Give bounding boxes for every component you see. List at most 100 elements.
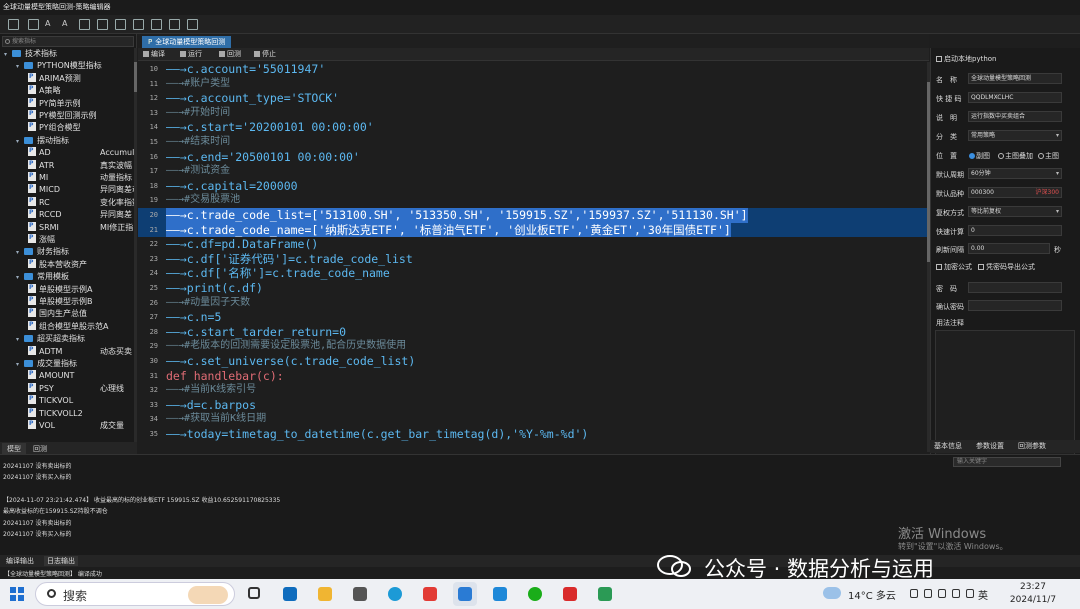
tree-item[interactable]: VOL 成交量 — [28, 420, 134, 432]
taskbar-search-input[interactable]: 搜索 — [35, 582, 235, 606]
code-line[interactable]: 28 ——→c.start_tarder_return=0 — [138, 325, 927, 340]
font-increase-icon[interactable]: A — [62, 19, 73, 30]
wechat-icon[interactable] — [523, 582, 547, 606]
tree-item[interactable]: 国内生产总值 — [28, 306, 87, 320]
fast-calc-field[interactable]: 0 — [968, 225, 1062, 236]
document-icon[interactable] — [115, 19, 126, 30]
code-line[interactable]: 27 ——→c.n=5 — [138, 310, 927, 325]
tree-item[interactable]: AMOUNT — [28, 368, 74, 382]
new-file-icon[interactable] — [8, 19, 19, 30]
remote-app-icon[interactable] — [593, 582, 617, 606]
category-select[interactable]: 常用策略 ▾ — [968, 130, 1062, 141]
tree-item[interactable]: PY组合模型 — [28, 120, 81, 134]
code-line[interactable]: 16 ——→c.end='20500101 00:00:00' — [138, 150, 927, 165]
output-search-input[interactable]: 输入关键字 — [953, 457, 1061, 467]
position-radio-main[interactable]: 主图 — [1037, 151, 1059, 161]
encrypt-checkbox[interactable]: 加密公式 — [936, 262, 972, 272]
code-line[interactable]: 22 ——→c.df=pd.DataFrame() — [138, 237, 927, 252]
code-line[interactable]: 29 ——→#老版本的回测需要设定股票池,配合历史数据使用 — [138, 339, 927, 354]
import-icon[interactable] — [79, 19, 90, 30]
trading-app-icon[interactable] — [453, 582, 477, 606]
tree-item[interactable]: ARIMA预测 — [28, 71, 81, 85]
task-view-icon[interactable] — [243, 582, 267, 606]
expand-arrow-icon[interactable]: ▾ — [16, 334, 24, 346]
tab-log-output[interactable]: 日志输出 — [44, 556, 78, 566]
backtest-button[interactable]: 回测 — [219, 49, 241, 59]
shortcode-field[interactable]: QQDLMXCLHC — [968, 92, 1062, 103]
code-line[interactable]: 10 ——→c.account='55011947' — [138, 62, 927, 77]
expand-arrow-icon[interactable]: ▾ — [16, 247, 24, 259]
refresh-field[interactable]: 0.00 — [968, 243, 1050, 254]
battery-icon[interactable] — [966, 589, 974, 598]
input-language[interactable]: 英 — [978, 587, 988, 602]
code-line[interactable]: 35 ——→today=timetag_to_datetime(c.get_bar… — [138, 427, 927, 442]
font-decrease-icon[interactable]: A — [45, 19, 56, 30]
period-select[interactable]: 60分钟 ▾ — [968, 168, 1062, 179]
code-line[interactable]: 18 ——→c.capital=200000 — [138, 179, 927, 194]
layout-icon[interactable] — [169, 19, 180, 30]
tab-backtest-params[interactable]: 回测参数 — [1018, 441, 1046, 451]
tray-app-icon[interactable] — [924, 589, 932, 598]
tree-item[interactable]: 涨幅 — [28, 232, 55, 246]
code-line[interactable]: 15 ——→#结束时间 — [138, 135, 927, 150]
tree-item[interactable]: MI 动量指标 — [28, 172, 134, 184]
wps-icon[interactable] — [418, 582, 442, 606]
help-icon[interactable] — [151, 19, 162, 30]
code-line[interactable]: 26 ——→#动量因子天数 — [138, 296, 927, 311]
confirm-password-field[interactable] — [968, 300, 1062, 311]
tree-folder[interactable]: ▾ 超买超卖指标 — [16, 333, 85, 345]
code-line[interactable]: 30 ——→c.set_universe(c.trade_code_list) — [138, 354, 927, 369]
code-line[interactable]: 14 ——→c.start='20200101 00:00:00' — [138, 120, 927, 135]
code-line[interactable]: 21 ——→c.trade_code_name=['纳斯达克ETF', '标普油气… — [138, 222, 927, 238]
code-line[interactable]: 12 ——→c.account_type='STOCK' — [138, 91, 927, 106]
tree-folder[interactable]: ▾ 财务指标 — [16, 246, 69, 258]
edge-icon[interactable] — [383, 582, 407, 606]
clock-time[interactable]: 23:27 — [1008, 582, 1058, 592]
tree-item[interactable]: TICKVOLL2 — [28, 406, 83, 420]
code-line[interactable]: 13 ——→#开始时间 — [138, 106, 927, 121]
enable-python-checkbox[interactable]: 启动本地python — [936, 54, 997, 64]
tree-item[interactable]: ATR 真实波幅 — [28, 159, 134, 172]
tree-item[interactable]: 单股模型示例A — [28, 282, 92, 296]
compile-button[interactable]: 编译 — [143, 49, 165, 59]
tree-folder[interactable]: ▾ 成交量指标 — [16, 358, 77, 370]
tab-params[interactable]: 参数设置 — [976, 441, 1004, 451]
tree-item[interactable]: 组合模型单股示范A — [28, 319, 108, 333]
file-explorer-icon[interactable] — [313, 582, 337, 606]
code-line[interactable]: 11 ——→#账户类型 — [138, 77, 927, 92]
code-line[interactable]: 32 ——→#当前K线索引号 — [138, 383, 927, 398]
tree-item[interactable]: RC 变化率指数 — [28, 196, 134, 209]
code-line[interactable]: 25 ——→print(c.df) — [138, 281, 927, 296]
code-line[interactable]: 20 ——→c.trade_code_list=['513100.SH', '51… — [138, 208, 927, 223]
run-button[interactable]: 运行 — [180, 49, 202, 59]
tree-item[interactable]: PY简单示例 — [28, 96, 81, 110]
tree-scrollbar[interactable] — [134, 48, 137, 442]
tree-search-input[interactable]: 搜索指标 — [2, 36, 134, 47]
tree-item[interactable]: MICD 异同离差动 — [28, 184, 134, 196]
code-line[interactable]: 23 ——→c.df['证券代码']=c.trade_code_list — [138, 252, 927, 267]
tree-item[interactable]: ADTM 动态买卖 — [28, 345, 134, 358]
code-line[interactable]: 17 ——→#测试资金 — [138, 164, 927, 179]
settings-icon[interactable] — [133, 19, 144, 30]
code-line[interactable]: 34 ——→#获取当前K线日期 — [138, 412, 927, 427]
expand-arrow-icon[interactable]: ▾ — [16, 136, 24, 148]
stop-button[interactable]: 停止 — [254, 49, 276, 59]
tree-item[interactable]: 股本营收资产 — [28, 257, 87, 271]
code-line[interactable]: 24 ——→c.df['名称']=c.trade_code_name — [138, 266, 927, 281]
adjust-select[interactable]: 等比前复权 ▾ — [968, 206, 1062, 217]
outlook-icon[interactable] — [278, 582, 302, 606]
tree-item[interactable]: PY模型回测示例 — [28, 108, 97, 122]
tab-basic-info[interactable]: 基本信息 — [934, 441, 962, 451]
tab-compile-output[interactable]: 编译输出 — [6, 556, 34, 566]
code-line[interactable]: 19 ——→#交易股票池 — [138, 193, 927, 208]
save-icon[interactable] — [28, 19, 39, 30]
vscode-icon[interactable] — [488, 582, 512, 606]
tray-chevron-icon[interactable] — [910, 589, 918, 598]
tree-item[interactable]: PSY 心理线 — [28, 382, 134, 395]
code-editor[interactable]: 10 ——→c.account='55011947' 11 ——→#账户类型 12 ——→… — [138, 62, 927, 452]
name-field[interactable]: 全球动量模型策略回测 — [968, 73, 1062, 84]
symbol-field[interactable]: 000300 沪深300 — [968, 187, 1062, 198]
export-icon[interactable] — [97, 19, 108, 30]
tree-item[interactable]: TICKVOL — [28, 393, 73, 407]
tree-folder[interactable]: ▾ 摆动指标 — [16, 135, 69, 147]
